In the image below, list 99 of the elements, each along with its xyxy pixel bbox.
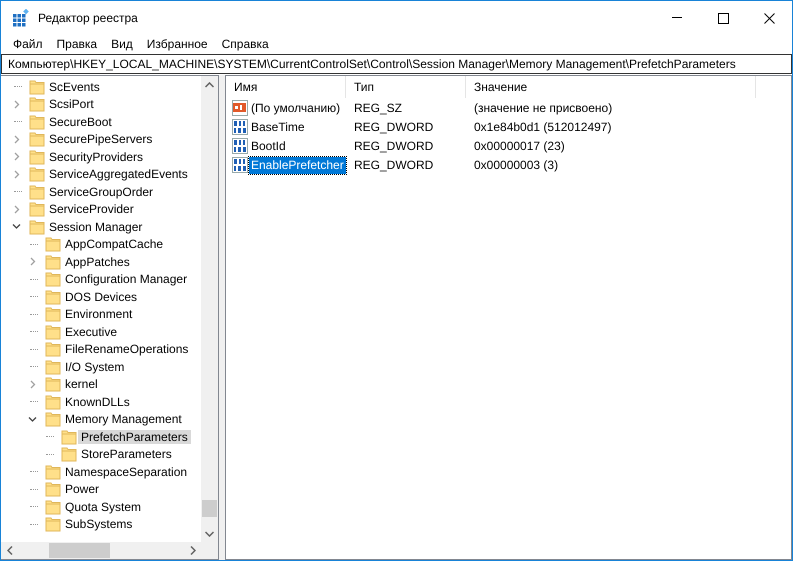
tree-item[interactable]: KnownDLLs bbox=[62, 394, 133, 409]
maximize-icon bbox=[718, 12, 728, 24]
tree-item[interactable]: SecureBoot bbox=[46, 114, 115, 129]
menu-item[interactable]: Правка bbox=[50, 36, 104, 52]
folder-icon bbox=[29, 148, 45, 165]
folder-icon bbox=[45, 358, 61, 375]
tree-item[interactable]: NamespaceSeparation bbox=[62, 464, 190, 479]
minimize-icon bbox=[672, 17, 682, 19]
tree-item[interactable]: I/O System bbox=[62, 360, 128, 374]
tree-item[interactable]: DOS Devices bbox=[62, 290, 140, 304]
value-name[interactable]: BaseTime bbox=[249, 119, 307, 136]
close-icon bbox=[764, 12, 774, 24]
tree-item[interactable]: FileRenameOperations bbox=[62, 342, 192, 356]
value-type: REG_SZ bbox=[353, 101, 404, 116]
folder-icon bbox=[45, 271, 61, 288]
folder-icon bbox=[45, 516, 61, 532]
value-data: 0x00000003 (3) bbox=[473, 158, 560, 173]
value-data: 0x1e84b0d1 (512012497) bbox=[473, 120, 612, 135]
chevron-right-icon[interactable] bbox=[12, 134, 20, 144]
window-title: Редактор реестра bbox=[38, 10, 138, 26]
scroll-up-icon[interactable] bbox=[205, 82, 214, 88]
folder-icon bbox=[29, 96, 45, 112]
scrollbar-thumb[interactable] bbox=[202, 500, 217, 517]
folder-icon bbox=[29, 131, 45, 148]
chevron-right-icon[interactable] bbox=[12, 170, 20, 179]
value-type: REG_DWORD bbox=[353, 158, 434, 173]
menu-item[interactable]: Справка bbox=[214, 36, 276, 52]
tree-item[interactable]: ScsiPort bbox=[46, 97, 97, 112]
tree-item[interactable]: AppCompatCache bbox=[62, 237, 166, 252]
chevron-down-icon[interactable] bbox=[28, 414, 36, 424]
folder-icon bbox=[45, 498, 61, 515]
folder-icon bbox=[29, 201, 45, 218]
address-bar[interactable]: Компьютер\HKEY_LOCAL_MACHINE\SYSTEM\CurrentControlSet\Control\Session Manager\Memory Management\PrefetchParameters bbox=[1, 54, 792, 74]
binary-value-icon bbox=[232, 138, 248, 154]
scroll-down-icon[interactable] bbox=[205, 530, 214, 536]
tree-item[interactable]: ServiceAggregatedEvents bbox=[46, 167, 191, 182]
scrollbar-thumb[interactable] bbox=[49, 543, 110, 558]
tree-item[interactable]: Configuration Manager bbox=[62, 272, 190, 286]
value-type: REG_DWORD bbox=[353, 120, 434, 135]
column-header[interactable]: Значение bbox=[466, 76, 756, 98]
scroll-left-icon[interactable] bbox=[6, 546, 12, 555]
value-name[interactable]: EnablePrefetcher bbox=[249, 157, 346, 174]
tree-item[interactable]: AppPatches bbox=[62, 254, 133, 269]
tree-item[interactable]: Quota System bbox=[62, 500, 144, 514]
folder-icon bbox=[29, 184, 45, 200]
chevron-right-icon[interactable] bbox=[12, 152, 20, 162]
value-name[interactable]: (По умолчанию) bbox=[249, 100, 342, 117]
value-data: 0x00000017 (23) bbox=[473, 139, 566, 154]
tree-item[interactable]: SecurePipeServers bbox=[46, 132, 156, 146]
folder-icon bbox=[45, 481, 61, 498]
folder-icon bbox=[45, 324, 61, 340]
folder-icon bbox=[45, 411, 61, 428]
column-header[interactable]: Имя bbox=[226, 76, 346, 98]
value-name[interactable]: BootId bbox=[249, 138, 288, 155]
column-header[interactable]: Тип bbox=[346, 76, 466, 98]
folder-icon bbox=[29, 218, 45, 235]
chevron-right-icon[interactable] bbox=[28, 380, 36, 389]
tree-item[interactable]: ServiceProvider bbox=[46, 202, 137, 216]
scroll-right-icon[interactable] bbox=[190, 546, 196, 555]
folder-icon bbox=[45, 394, 61, 410]
registry-editor-icon bbox=[12, 9, 30, 27]
folder-icon bbox=[45, 254, 61, 270]
menu-item[interactable]: Вид bbox=[104, 36, 140, 52]
chevron-right-icon[interactable] bbox=[28, 257, 36, 266]
tree-item[interactable]: SecurityProviders bbox=[46, 150, 146, 164]
tree-item[interactable]: PrefetchParameters bbox=[78, 430, 191, 444]
chevron-right-icon[interactable] bbox=[12, 100, 20, 109]
chevron-down-icon[interactable] bbox=[12, 222, 20, 232]
tree-item[interactable]: kernel bbox=[62, 377, 101, 392]
folder-icon bbox=[29, 78, 45, 95]
value-data: (значение не присвоено) bbox=[473, 101, 614, 116]
menu-item[interactable]: Избранное bbox=[140, 36, 215, 52]
tree-item[interactable]: Power bbox=[62, 482, 102, 496]
tree-item[interactable]: Executive bbox=[62, 324, 120, 339]
tree-item[interactable]: ScEvents bbox=[46, 80, 103, 94]
vertical-scrollbar[interactable] bbox=[201, 76, 218, 542]
folder-icon bbox=[45, 236, 61, 252]
tree-item[interactable]: ServiceGroupOrder bbox=[46, 184, 156, 199]
folder-icon bbox=[61, 446, 77, 462]
folder-icon bbox=[45, 306, 61, 322]
folder-icon bbox=[45, 376, 61, 392]
folder-icon bbox=[45, 341, 61, 358]
tree-item[interactable]: SubSystems bbox=[62, 517, 136, 532]
folder-icon bbox=[29, 166, 45, 182]
binary-value-icon bbox=[232, 157, 248, 174]
tree-item[interactable]: Memory Management bbox=[62, 412, 185, 426]
folder-icon bbox=[61, 428, 77, 445]
menu-item[interactable]: Файл bbox=[6, 36, 50, 52]
string-value-icon bbox=[232, 100, 248, 116]
tree-item[interactable]: Environment bbox=[62, 307, 136, 322]
tree-item[interactable]: Session Manager bbox=[46, 220, 146, 234]
horizontal-scrollbar[interactable] bbox=[1, 542, 218, 559]
value-type: REG_DWORD bbox=[353, 139, 434, 154]
chevron-right-icon[interactable] bbox=[12, 204, 20, 214]
folder-icon bbox=[29, 114, 45, 130]
binary-value-icon bbox=[232, 119, 248, 136]
folder-icon bbox=[45, 288, 61, 305]
folder-icon bbox=[45, 464, 61, 480]
tree-item[interactable]: StoreParameters bbox=[78, 447, 175, 462]
